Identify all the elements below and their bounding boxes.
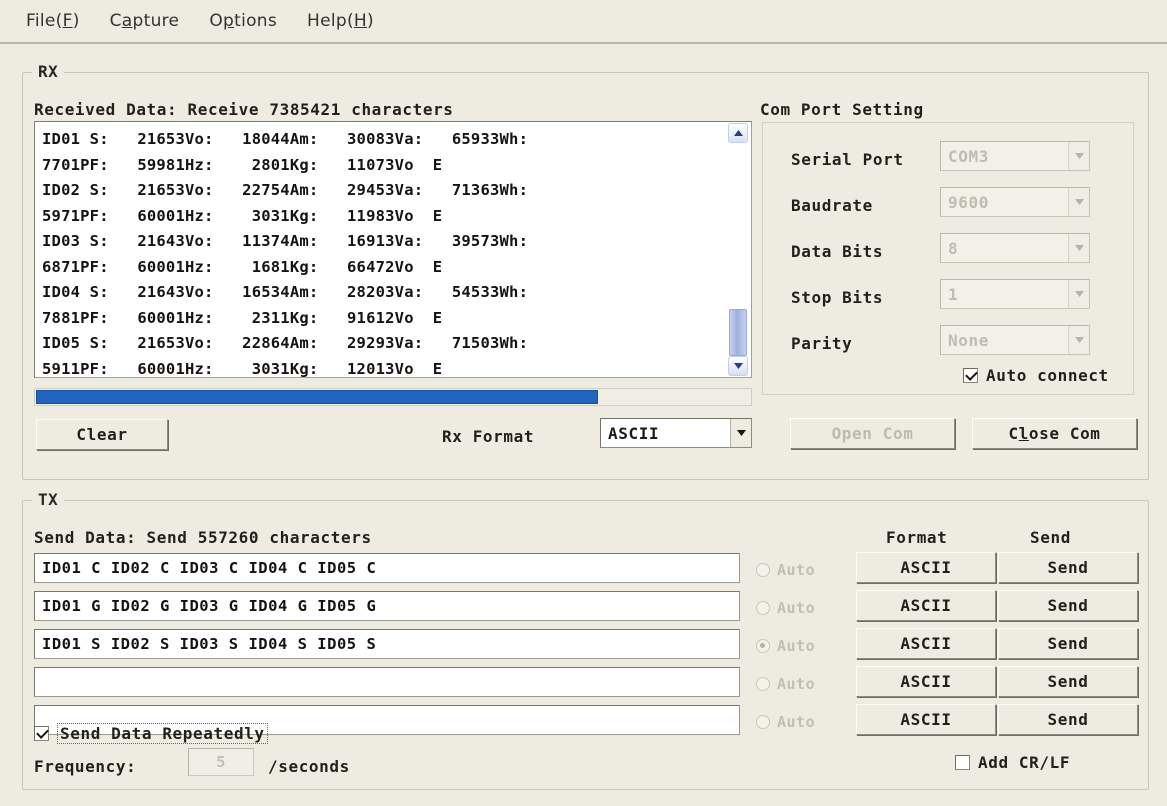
scroll-down-arrow-icon[interactable] (728, 356, 748, 376)
data-bits-value: 8 (948, 238, 959, 258)
format-button-1[interactable]: ASCII (856, 552, 996, 583)
auto-label-2: Auto (777, 599, 816, 617)
menu-item-capture[interactable]: Capture (110, 11, 180, 31)
parity-select[interactable]: None (940, 325, 1090, 355)
send-data-label: Send Data: Send 557260 characters (34, 528, 372, 547)
serial-port-assistant-window: File(F) Capture Options Help(H) RX Recei… (0, 0, 1167, 806)
stop-bits-value: 1 (948, 284, 959, 304)
send-data-input-1[interactable]: ID01 C ID02 C ID03 C ID04 C ID05 C (34, 553, 740, 583)
auto-label-4: Auto (777, 675, 816, 693)
add-crlf-checkbox[interactable]: Add CR/LF (955, 753, 1070, 772)
format-button-4[interactable]: ASCII (856, 666, 996, 697)
auto-radio-5[interactable]: Auto (756, 713, 815, 731)
menu-item-file[interactable]: File(F) (26, 11, 80, 31)
serial-port-value: COM3 (948, 146, 989, 166)
received-data-label: Received Data: Receive 7385421 character… (34, 100, 454, 119)
rx-vertical-scrollbar[interactable] (727, 123, 749, 376)
checkbox-icon[interactable] (963, 368, 978, 383)
serial-port-select[interactable]: COM3 (940, 141, 1090, 171)
stop-bits-select[interactable]: 1 (940, 279, 1090, 309)
menu-item-help[interactable]: Help(H) (307, 11, 374, 31)
auto-label-3: Auto (777, 637, 816, 655)
menu-bar: File(F) Capture Options Help(H) (0, 0, 1167, 44)
auto-connect-label: Auto connect (986, 366, 1109, 385)
data-bits-select[interactable]: 8 (940, 233, 1090, 263)
format-button-3[interactable]: ASCII (856, 628, 996, 659)
send-repeatedly-checkbox[interactable]: Send Data Repeatedly (34, 723, 268, 744)
add-crlf-label: Add CR/LF (978, 753, 1071, 772)
menu-item-options[interactable]: Options (209, 11, 277, 31)
send-button-4[interactable]: Send (998, 666, 1138, 697)
clear-button[interactable]: Clear (36, 419, 168, 450)
com-port-setting-title: Com Port Setting (760, 100, 924, 119)
tx-group-title: TX (32, 490, 65, 509)
auto-radio-1[interactable]: Auto (756, 561, 815, 579)
send-button-5[interactable]: Send (998, 704, 1138, 735)
frequency-input[interactable]: 5 (188, 748, 254, 776)
radio-icon[interactable] (756, 677, 770, 691)
radio-icon[interactable] (756, 563, 770, 577)
send-column-header: Send (1030, 528, 1071, 547)
send-button-3[interactable]: Send (998, 628, 1138, 659)
frequency-label: Frequency: (34, 757, 137, 776)
chevron-down-icon[interactable] (1068, 188, 1089, 216)
parity-label: Parity (791, 334, 853, 353)
send-button-1[interactable]: Send (998, 552, 1138, 583)
parity-value: None (948, 330, 989, 350)
close-com-button[interactable]: Cl ose Com (972, 418, 1137, 449)
radio-icon[interactable] (756, 639, 770, 653)
auto-connect-checkbox[interactable]: Auto connect (963, 366, 1109, 385)
auto-radio-2[interactable]: Auto (756, 599, 815, 617)
rx-format-label: Rx Format (442, 427, 535, 446)
auto-label-1: Auto (777, 561, 816, 579)
send-data-input-4[interactable] (34, 667, 740, 697)
data-bits-label: Data Bits (791, 242, 884, 261)
send-repeatedly-label: Send Data Repeatedly (57, 723, 268, 744)
chevron-down-icon[interactable] (1068, 142, 1089, 170)
auto-radio-3[interactable]: Auto (756, 637, 815, 655)
chevron-down-icon[interactable] (730, 419, 751, 447)
received-data-textarea[interactable]: ID01 S: 21653Vo: 18044Am: 30083Va: 65933… (34, 121, 752, 378)
serial-port-label: Serial Port (791, 150, 904, 169)
scroll-up-arrow-icon[interactable] (728, 123, 748, 143)
format-column-header: Format (886, 528, 948, 547)
frequency-unit-label: /seconds (268, 757, 350, 776)
chevron-down-icon[interactable] (1068, 326, 1089, 354)
baudrate-label: Baudrate (791, 196, 873, 215)
auto-radio-4[interactable]: Auto (756, 675, 815, 693)
checkbox-icon[interactable] (34, 726, 49, 741)
auto-label-5: Auto (777, 713, 816, 731)
rx-horizontal-bar-fill[interactable] (36, 390, 598, 404)
baudrate-value: 9600 (948, 192, 989, 212)
format-button-5[interactable]: ASCII (856, 704, 996, 735)
rx-group-title: RX (32, 62, 65, 81)
open-com-button[interactable]: Open Com (790, 418, 955, 449)
chevron-down-icon[interactable] (1068, 234, 1089, 262)
format-button-2[interactable]: ASCII (856, 590, 996, 621)
send-data-input-3[interactable]: ID01 S ID02 S ID03 S ID04 S ID05 S (34, 629, 740, 659)
send-button-2[interactable]: Send (998, 590, 1138, 621)
received-data-text: ID01 S: 21653Vo: 18044Am: 30083Va: 65933… (42, 130, 529, 378)
radio-icon[interactable] (756, 601, 770, 615)
radio-icon[interactable] (756, 715, 770, 729)
chevron-down-icon[interactable] (1068, 280, 1089, 308)
baudrate-select[interactable]: 9600 (940, 187, 1090, 217)
stop-bits-label: Stop Bits (791, 288, 884, 307)
checkbox-icon[interactable] (955, 755, 970, 770)
rx-format-select[interactable]: ASCII (600, 418, 752, 448)
send-data-input-2[interactable]: ID01 G ID02 G ID03 G ID04 G ID05 G (34, 591, 740, 621)
scrollbar-thumb[interactable] (729, 309, 747, 356)
rx-format-value: ASCII (608, 423, 660, 443)
